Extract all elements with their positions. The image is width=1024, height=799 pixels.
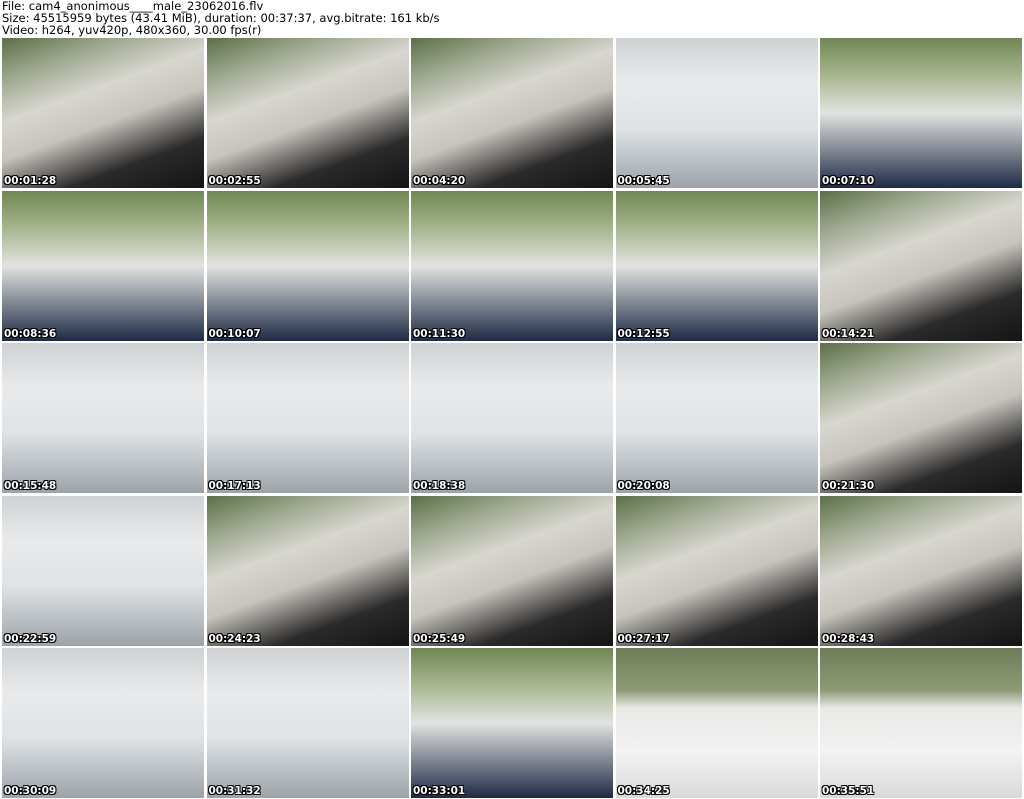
thumbnail-image — [206, 495, 409, 646]
thumbnail-timestamp: 00:04:20 — [413, 175, 466, 187]
video-thumbnail: 00:31:32 — [206, 648, 409, 798]
thumbnail-image — [615, 343, 818, 493]
thumbnail-timestamp: 00:01:28 — [4, 175, 57, 187]
thumbnail-grid: 00:01:28 00:02:55 00:04:20 00:05:45 00:07:10… — [2, 38, 1022, 798]
thumbnail-image — [206, 343, 409, 493]
thumbnail-timestamp: 00:22:59 — [4, 632, 57, 645]
thumbnail-image — [2, 648, 204, 798]
video-thumbnail: 00:12:55 — [615, 190, 818, 341]
thumbnail-timestamp: 00:12:55 — [617, 327, 670, 340]
thumbnail-image — [206, 38, 409, 188]
thumbnail-timestamp: 00:15:48 — [4, 480, 57, 492]
thumbnail-timestamp: 00:02:55 — [208, 175, 261, 187]
thumbnail-timestamp: 00:14:21 — [822, 327, 875, 340]
thumbnail-timestamp: 00:33:01 — [413, 785, 466, 797]
video-thumbnail: 00:14:21 — [820, 190, 1022, 341]
thumbnail-timestamp: 00:18:38 — [413, 480, 466, 492]
thumbnail-timestamp: 00:34:25 — [617, 785, 670, 797]
thumbnail-image — [206, 190, 409, 341]
thumbnail-image — [820, 648, 1022, 798]
thumbnail-image — [615, 38, 818, 188]
video-thumbnail: 00:22:59 — [2, 495, 204, 646]
video-thumbnail: 00:01:28 — [2, 38, 204, 188]
video-thumbnail: 00:10:07 — [206, 190, 409, 341]
thumbnail-timestamp: 00:05:45 — [617, 175, 670, 187]
video-thumbnail: 00:24:23 — [206, 495, 409, 646]
thumbnail-timestamp: 00:31:32 — [208, 785, 261, 797]
video-thumbnail: 00:33:01 — [411, 648, 613, 798]
thumbnail-timestamp: 00:20:08 — [617, 480, 670, 492]
video-thumbnail: 00:07:10 — [820, 38, 1022, 188]
thumbnail-timestamp: 00:35:51 — [822, 785, 875, 797]
video-thumbnail: 00:21:30 — [820, 343, 1022, 493]
video-thumbnail: 00:18:38 — [411, 343, 613, 493]
video-thumbnail: 00:02:55 — [206, 38, 409, 188]
video-thumbnail: 00:27:17 — [615, 495, 818, 646]
video-thumbnail: 00:04:20 — [411, 38, 613, 188]
thumbnail-timestamp: 00:30:09 — [4, 785, 57, 797]
video-thumbnail: 00:30:09 — [2, 648, 204, 798]
thumbnail-image — [615, 495, 818, 646]
thumbnail-timestamp: 00:08:36 — [4, 327, 57, 340]
thumbnail-image — [2, 190, 204, 341]
video-thumbnail: 00:35:51 — [820, 648, 1022, 798]
thumbnail-image — [2, 495, 204, 646]
file-info-header: File: cam4_anonimous____male_23062016.fl… — [2, 0, 1022, 36]
thumbnail-image — [820, 495, 1022, 646]
video-thumbnail: 00:05:45 — [615, 38, 818, 188]
thumbnail-timestamp: 00:25:49 — [413, 632, 466, 645]
thumbnail-image — [411, 343, 613, 493]
thumbnail-timestamp: 00:21:30 — [822, 480, 875, 492]
thumbnail-image — [206, 648, 409, 798]
thumbnail-image — [820, 38, 1022, 188]
thumbnail-timestamp: 00:17:13 — [208, 480, 261, 492]
thumbnail-image — [411, 495, 613, 646]
thumbnail-image — [2, 38, 204, 188]
thumbnail-image — [411, 38, 613, 188]
video-thumbnail: 00:25:49 — [411, 495, 613, 646]
thumbnail-image — [820, 190, 1022, 341]
thumbnail-image — [615, 648, 818, 798]
thumbnail-timestamp: 00:07:10 — [822, 175, 875, 187]
video-thumbnail: 00:15:48 — [2, 343, 204, 493]
thumbnail-image — [411, 190, 613, 341]
thumbnail-image — [615, 190, 818, 341]
thumbnail-timestamp: 00:11:30 — [413, 327, 466, 340]
video-thumbnail: 00:34:25 — [615, 648, 818, 798]
thumbnail-image — [2, 343, 204, 493]
video-thumbnail: 00:20:08 — [615, 343, 818, 493]
thumbnail-image — [820, 343, 1022, 493]
thumbnail-timestamp: 00:10:07 — [208, 327, 261, 340]
thumbnail-timestamp: 00:28:43 — [822, 632, 875, 645]
video-info-line: Video: h264, yuv420p, 480x360, 30.00 fps… — [2, 23, 262, 37]
video-thumbnail: 00:28:43 — [820, 495, 1022, 646]
video-thumbnail: 00:17:13 — [206, 343, 409, 493]
thumbnail-timestamp: 00:24:23 — [208, 632, 261, 645]
video-thumbnail: 00:08:36 — [2, 190, 204, 341]
thumbnail-timestamp: 00:27:17 — [617, 632, 670, 645]
video-thumbnail: 00:11:30 — [411, 190, 613, 341]
thumbnail-image — [411, 648, 613, 798]
